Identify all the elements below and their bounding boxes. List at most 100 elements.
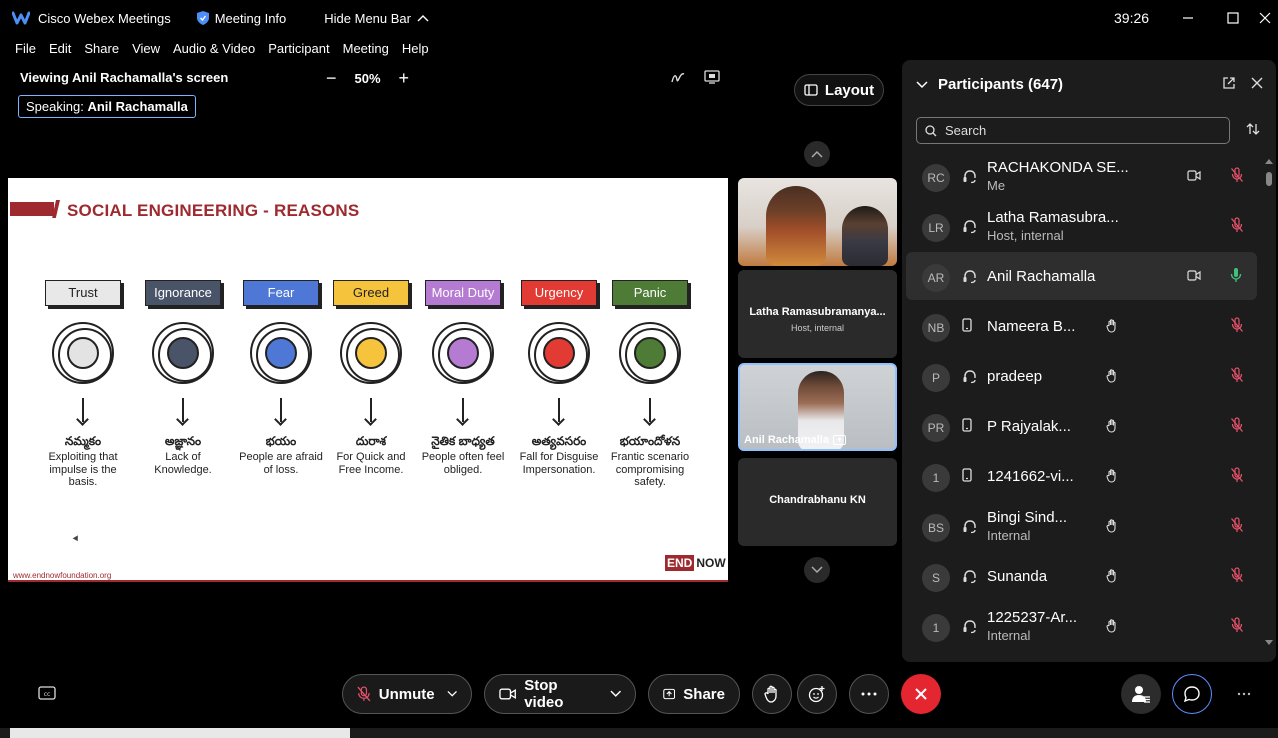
- menu-edit[interactable]: Edit: [49, 41, 71, 56]
- participant-row[interactable]: AR Anil Rachamalla: [906, 252, 1257, 300]
- close-window-button[interactable]: [1255, 8, 1275, 28]
- minimize-button[interactable]: [1178, 8, 1198, 28]
- raised-hand-icon: [1106, 419, 1116, 433]
- reason-column: Ignorance అజ్ఞానం Lack of Knowledge.: [138, 280, 228, 476]
- participants-panel-button[interactable]: [1121, 674, 1161, 714]
- video-scroll-down-button[interactable]: [804, 557, 830, 583]
- mic-muted-icon[interactable]: [1230, 517, 1244, 533]
- participant-row[interactable]: LR Latha Ramasubra... Host, internal: [906, 202, 1257, 250]
- participant-row[interactable]: 1 1225237-Ar... Internal: [906, 602, 1257, 650]
- app-title: Cisco Webex Meetings: [12, 11, 171, 26]
- chevron-down-icon[interactable]: [609, 690, 621, 698]
- annotate-button[interactable]: [670, 70, 686, 84]
- more-options-button[interactable]: [849, 674, 889, 714]
- raise-hand-button[interactable]: [752, 674, 792, 714]
- hide-menu-bar-button[interactable]: Hide Menu Bar: [324, 11, 429, 26]
- participant-row[interactable]: S Sunanda: [906, 552, 1257, 600]
- layout-button[interactable]: Layout: [794, 74, 884, 106]
- participant-name: P Rajyalak...: [987, 418, 1071, 435]
- search-placeholder: Search: [945, 123, 987, 138]
- mic-muted-icon[interactable]: [1230, 167, 1244, 183]
- mic-muted-icon[interactable]: [1230, 317, 1244, 333]
- menu-help[interactable]: Help: [402, 41, 429, 56]
- share-options-button[interactable]: [704, 70, 720, 84]
- scrollbar-thumb[interactable]: [1266, 172, 1272, 186]
- avatar: NB: [922, 314, 950, 342]
- video-tile-latha[interactable]: Latha Ramasubramanya... Host, internal: [738, 270, 897, 358]
- end-meeting-button[interactable]: [901, 674, 941, 714]
- arrow-down-icon: [370, 398, 372, 422]
- mic-active-icon[interactable]: [1230, 267, 1242, 283]
- target-icon: [619, 322, 681, 384]
- viewing-screen-label: Viewing Anil Rachamalla's screen: [20, 70, 229, 85]
- participant-row[interactable]: NB Nameera B...: [906, 302, 1257, 350]
- video-scroll-up-button[interactable]: [804, 141, 830, 167]
- participant-row[interactable]: 1 1241662-vi...: [906, 452, 1257, 500]
- headset-icon: [963, 370, 976, 384]
- menu-participant[interactable]: Participant: [268, 41, 329, 56]
- participant-row[interactable]: BS Bingi Sind... Internal: [906, 502, 1257, 550]
- menu-file[interactable]: File: [15, 41, 36, 56]
- target-icon: [152, 322, 214, 384]
- mic-muted-icon[interactable]: [1230, 217, 1244, 233]
- zoom-out-button[interactable]: −: [326, 68, 337, 89]
- mic-muted-icon[interactable]: [1230, 417, 1244, 433]
- closed-captions-button[interactable]: cc: [38, 686, 56, 705]
- taskbar-strip: [0, 728, 1278, 738]
- chevron-up-icon: [811, 150, 823, 158]
- muted-mic-icon: [357, 686, 371, 702]
- reason-description: People are afraid of loss.: [239, 451, 323, 476]
- participants-header[interactable]: Participants (647): [916, 76, 1063, 93]
- sort-icon[interactable]: [1246, 122, 1260, 136]
- chevron-down-icon[interactable]: [447, 690, 457, 698]
- target-icon: [528, 322, 590, 384]
- participants-panel: Participants (647) Search RC RACHAKONDA S…: [902, 60, 1276, 662]
- mic-muted-icon[interactable]: [1230, 567, 1244, 583]
- participant-row[interactable]: PR P Rajyalak...: [906, 402, 1257, 450]
- video-tile-chandrabhanu[interactable]: Chandrabhanu KN: [738, 458, 897, 546]
- app-name: Cisco Webex Meetings: [38, 10, 171, 26]
- zoom-in-button[interactable]: +: [399, 68, 410, 89]
- close-icon[interactable]: [1250, 76, 1264, 90]
- menu-audio-video[interactable]: Audio & Video: [173, 41, 255, 56]
- stop-video-button[interactable]: Stop video: [484, 674, 636, 714]
- endnow-logo: END NOW: [665, 555, 728, 571]
- mic-muted-icon[interactable]: [1230, 467, 1244, 483]
- raised-hand-icon: [1106, 569, 1116, 583]
- participant-row[interactable]: Ppradeep: [906, 352, 1257, 400]
- menu-meeting[interactable]: Meeting: [343, 41, 389, 56]
- mic-muted-icon[interactable]: [1230, 367, 1244, 383]
- participant-scrollbar[interactable]: [1265, 156, 1273, 648]
- share-button[interactable]: Share: [648, 674, 740, 714]
- reason-label: Urgency: [521, 280, 597, 306]
- smiley-plus-icon: [808, 686, 825, 703]
- slide-url: www.endnowfoundation.org: [13, 571, 112, 580]
- meeting-info-button[interactable]: Meeting Info: [196, 10, 287, 26]
- menu-share[interactable]: Share: [84, 41, 119, 56]
- reactions-button[interactable]: [797, 674, 837, 714]
- maximize-button[interactable]: [1223, 8, 1243, 28]
- meeting-timer: 39:26: [1114, 10, 1150, 26]
- chat-button[interactable]: [1172, 674, 1212, 714]
- reason-column: Fear భయం People are afraid of loss.: [236, 280, 326, 476]
- more-panels-button[interactable]: [1224, 674, 1264, 714]
- zoom-level: 50%: [354, 71, 381, 86]
- participant-search-input[interactable]: Search: [916, 117, 1230, 144]
- meeting-info-label: Meeting Info: [214, 10, 287, 26]
- share-screen-icon: [663, 688, 676, 700]
- participant-row[interactable]: RC RACHAKONDA SE... Me: [906, 152, 1257, 200]
- panel-header-actions: [1222, 76, 1264, 90]
- arrow-down-icon: [462, 398, 464, 422]
- unmute-button[interactable]: Unmute: [342, 674, 472, 714]
- chevron-up-icon: [417, 15, 429, 22]
- popout-icon[interactable]: [1222, 76, 1236, 90]
- video-tile-self[interactable]: [738, 178, 897, 266]
- video-tile-anil[interactable]: Anil Rachamalla: [738, 363, 897, 451]
- menu-view[interactable]: View: [132, 41, 160, 56]
- participant-name: Bingi Sind...: [987, 509, 1068, 526]
- participants-icon: [1132, 686, 1150, 703]
- mic-muted-icon[interactable]: [1230, 617, 1244, 633]
- avatar: BS: [922, 514, 950, 542]
- svg-text:cc: cc: [44, 691, 51, 698]
- target-dot: [634, 337, 666, 369]
